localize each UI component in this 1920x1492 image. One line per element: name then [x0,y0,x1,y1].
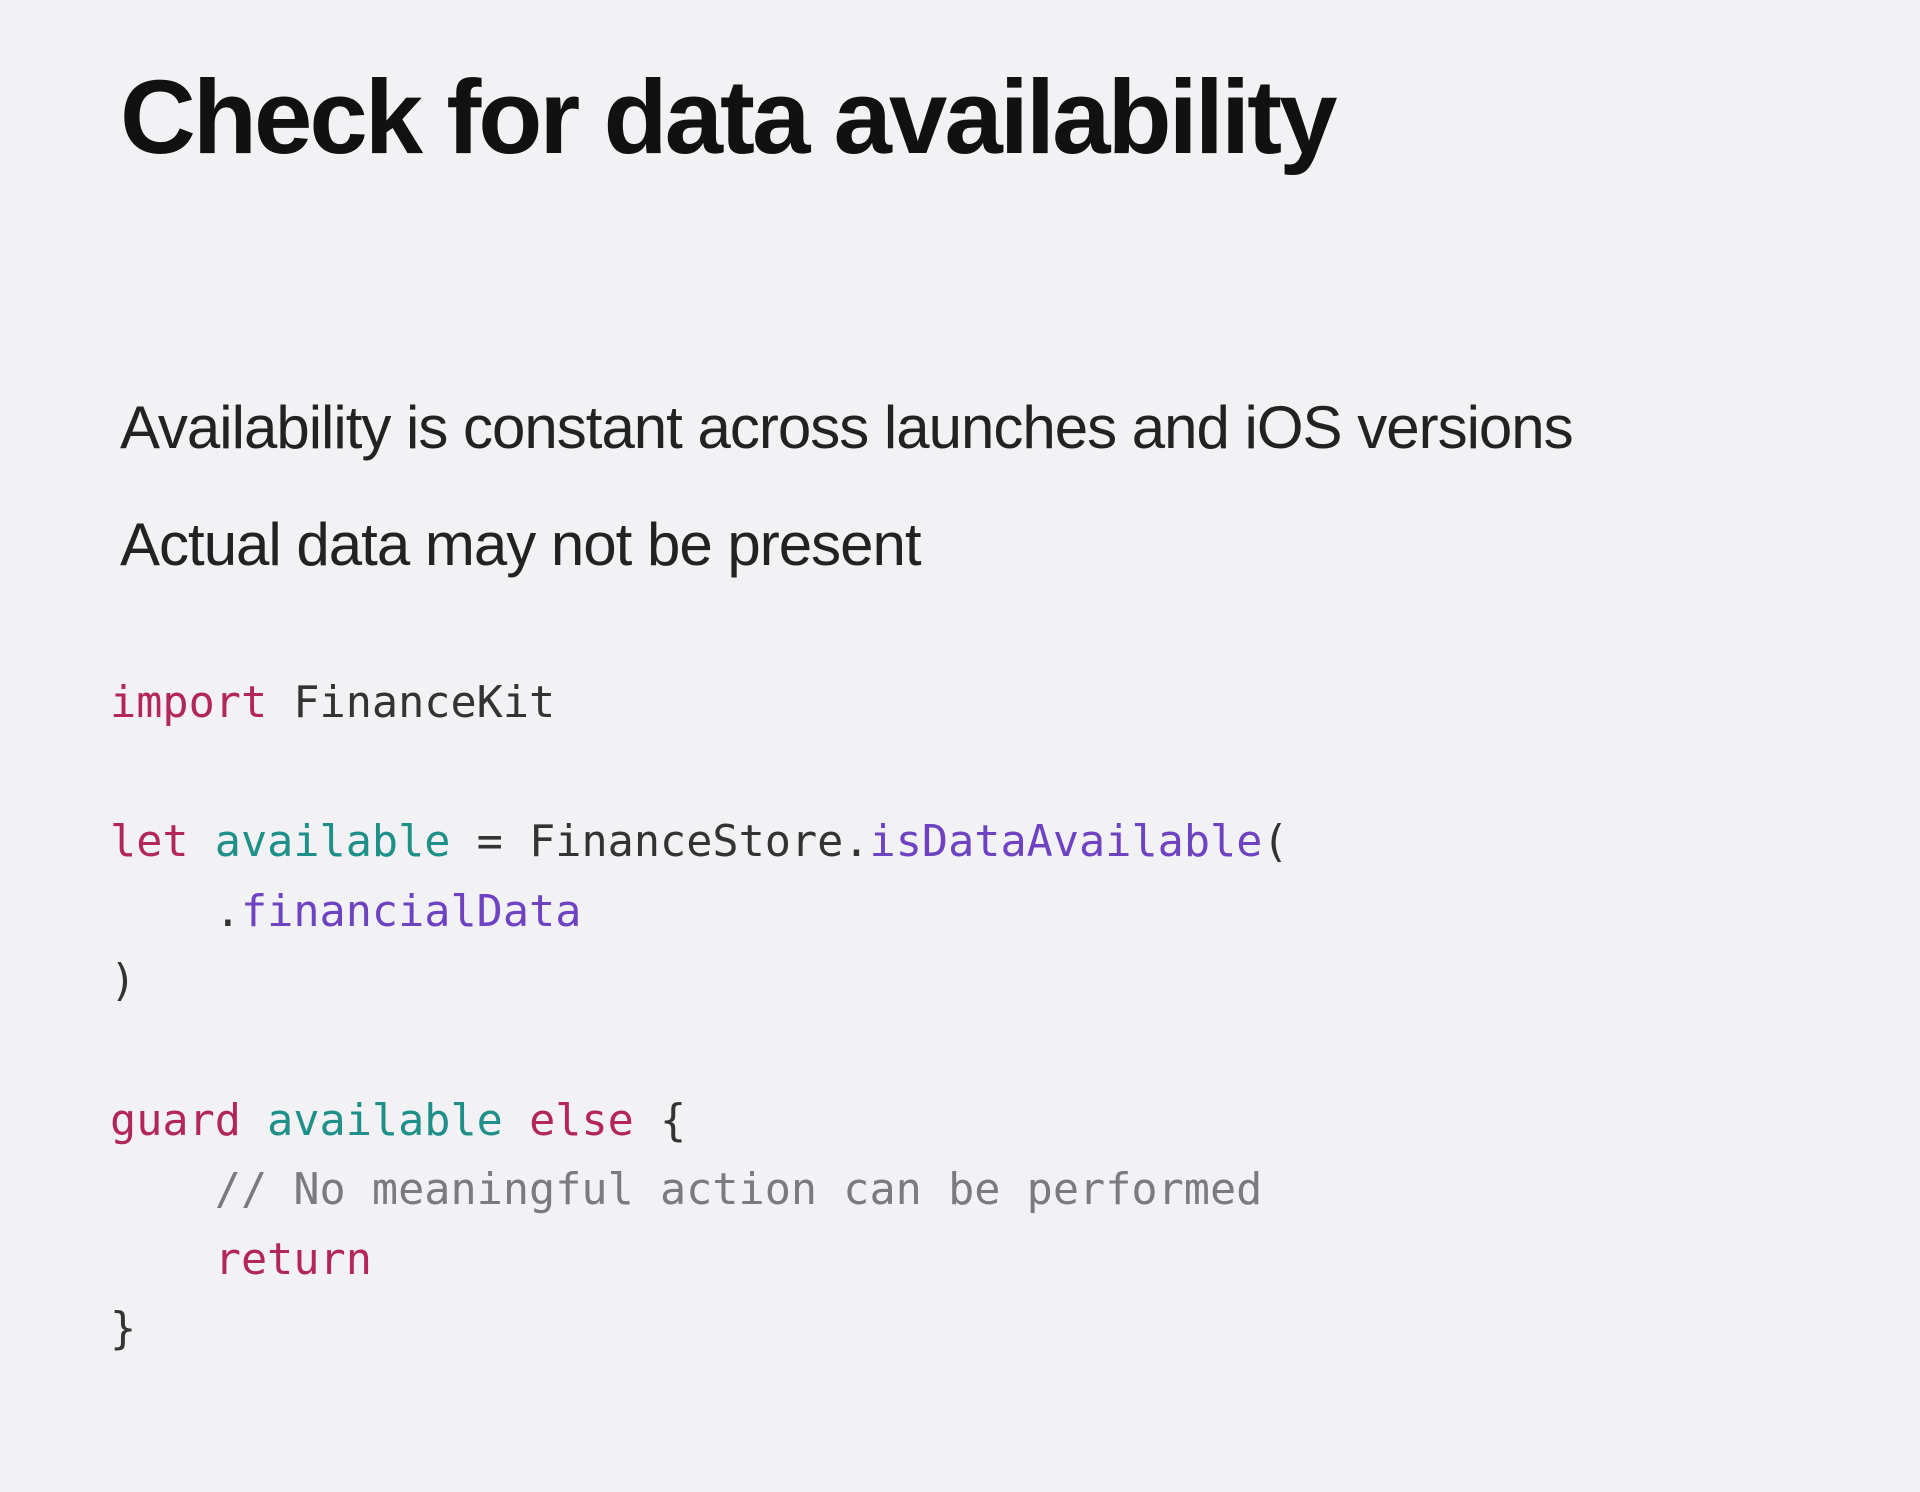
code-indent [110,1165,215,1215]
code-text: . [843,817,869,867]
code-type: FinanceStore [529,817,843,867]
code-text: } [110,1304,136,1354]
code-function: isDataAvailable [870,817,1263,867]
code-keyword: import [110,678,267,728]
code-text: ) [110,956,136,1006]
code-comment: // No meaningful action can be performed [215,1165,1263,1215]
code-enum-case: financialData [241,887,581,937]
code-keyword: let [110,817,189,867]
bullet-item: Availability is constant across launches… [120,393,1800,462]
code-text: = [450,817,529,867]
code-text: FinanceKit [267,678,555,728]
code-identifier: available [189,817,451,867]
code-text: ( [1262,817,1288,867]
code-block: import FinanceKit let available = Financ… [110,669,1800,1365]
slide: Check for data availability Availability… [0,0,1920,1492]
code-keyword: else [529,1096,634,1146]
code-keyword: return [215,1235,372,1285]
code-identifier: available [241,1096,503,1146]
bullet-list: Availability is constant across launches… [120,393,1800,579]
code-keyword: guard [110,1096,241,1146]
code-text: { [634,1096,686,1146]
bullet-item: Actual data may not be present [120,510,1800,579]
code-text: . [215,887,241,937]
code-indent [110,1235,215,1285]
code-text [503,1096,529,1146]
slide-title: Check for data availability [120,58,1800,178]
code-indent [110,887,215,937]
